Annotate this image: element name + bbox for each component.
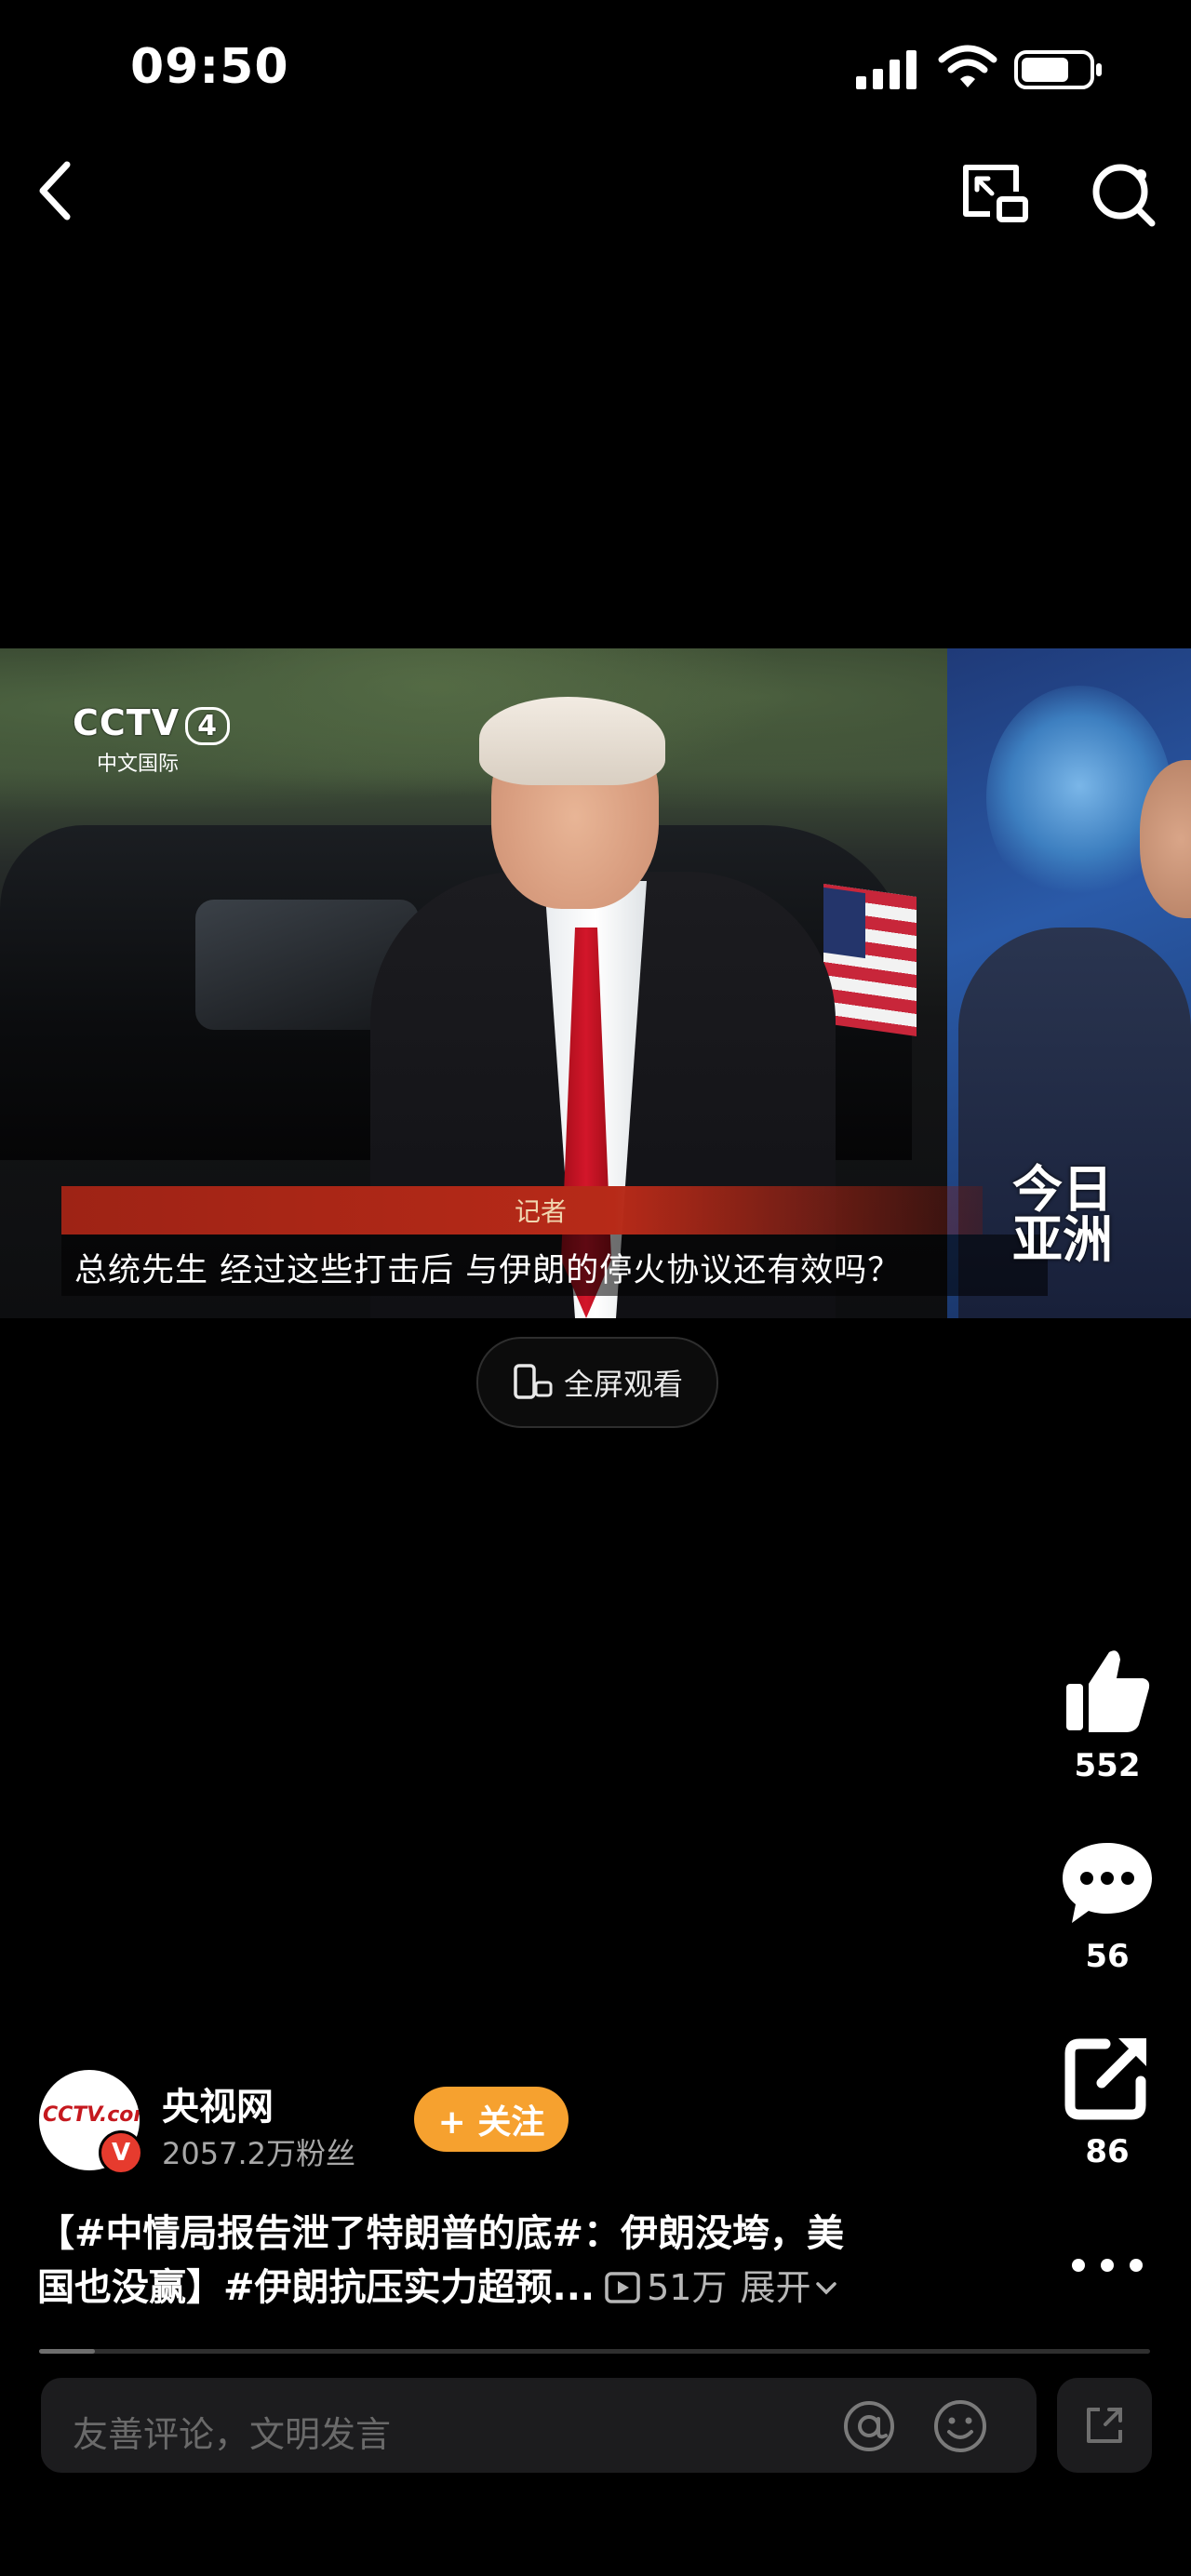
back-button[interactable] [28,153,84,228]
rotate-phone-icon [514,1364,553,1399]
expand-input-button[interactable] [1057,2378,1152,2473]
share-count: 86 [1085,2133,1130,2170]
search-button[interactable] [1087,158,1161,233]
play-count-icon [605,2272,640,2303]
description-line-1: 【#中情局报告泄了特朗普的底#：伊朗没垮，美 [37,2212,845,2255]
comment-bubble-icon [1063,1843,1152,1923]
comment-input[interactable]: 友善评论，文明发言 [41,2378,1037,2473]
expand-label: 展开 [740,2267,811,2308]
video-player[interactable]: CCTV 4 中文国际 记者 总统先生 经过这些打击后 与伊朗的停火协议还有效吗？… [0,648,1191,1318]
description-line-2-text: 国也没赢】#伊朗抗压实力超预... [37,2266,596,2309]
emoji-icon[interactable] [932,2398,988,2454]
avatar-logo-text: CCTV.com [43,2103,140,2127]
comment-count: 56 [1085,1938,1130,1975]
thumbs-up-icon [1066,1650,1150,1732]
comment-button[interactable]: 56 [1051,1837,1163,1975]
program-logo-line1: 今日 [1012,1160,1113,1219]
cellular-signal-icon [856,50,917,89]
description-line-2: 国也没赢】#伊朗抗压实力超预... 51万 展开 [37,2261,968,2315]
channel-logo: CCTV 4 中文国际 [73,702,231,777]
status-time: 09:50 [130,39,289,95]
caption-speaker: 记者 [514,1196,567,1227]
caption-text: 总统先生 经过这些打击后 与伊朗的停火协议还有效吗？ [74,1252,902,1289]
search-icon [1092,164,1156,227]
pip-icon [963,165,1028,222]
video-description[interactable]: 【#中情局报告泄了特朗普的底#：伊朗没垮，美 国也没赢】#伊朗抗压实力超预...… [37,2207,968,2315]
share-button[interactable]: 86 [1051,2033,1163,2170]
view-count-value: 51万 [647,2267,728,2308]
like-count: 552 [1074,1747,1141,1784]
battery-icon [1014,50,1102,89]
channel-logo-number: 4 [185,707,230,745]
author-name[interactable]: 央视网 [162,2076,274,2130]
chevron-down-icon [816,2282,837,2295]
comment-placeholder: 友善评论，文明发言 [73,2414,392,2455]
view-count: 51万 [604,2261,727,2315]
channel-logo-mark: CCTV [73,702,181,743]
us-flag-canton [823,887,865,959]
verified-badge: V [99,2130,143,2175]
fullscreen-button[interactable]: 全屏观看 [476,1337,718,1428]
video-progress-bar[interactable] [39,2349,1150,2354]
follow-button[interactable]: + 关注 [414,2087,569,2152]
channel-subtitle: 中文国际 [97,753,180,776]
more-dots-icon [1072,2259,1143,2272]
mention-at-icon[interactable] [841,2398,897,2454]
like-button[interactable]: 552 [1051,1647,1163,1784]
program-logo: 今日 亚洲 [1012,1165,1113,1265]
more-button[interactable] [1065,2242,1149,2289]
chevron-left-icon [39,161,71,220]
fullscreen-label: 全屏观看 [563,1367,683,1402]
video-progress-fill [39,2349,95,2354]
picture-in-picture-button[interactable] [958,160,1033,227]
author-followers: 2057.2万粉丝 [162,2136,355,2171]
program-logo-line2: 亚洲 [1012,1210,1113,1269]
status-bar: 09:50 [0,0,1191,140]
share-icon [1064,2038,1146,2120]
expand-description-button[interactable]: 展开 [740,2261,838,2315]
wifi-icon [938,45,997,87]
person-main-hair [479,697,665,785]
expand-arrows-icon [1087,2408,1122,2443]
